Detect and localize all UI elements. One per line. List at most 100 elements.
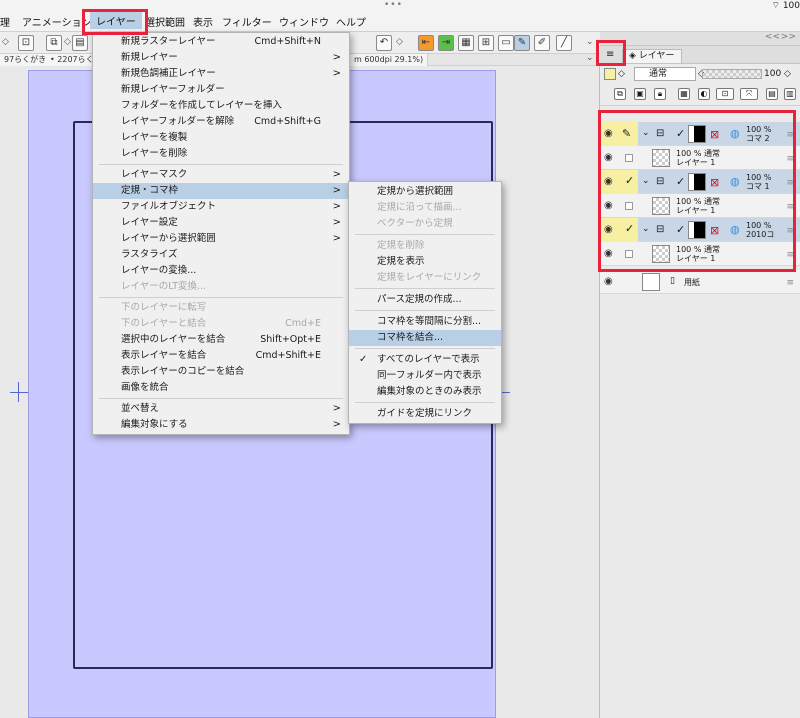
layer-row-frame-1[interactable]: ◉ ✓ ⌄ ⊟ ✓ ⊠ ◍ 100 % コマ 1 ≡ bbox=[600, 170, 800, 194]
ref-icon[interactable]: ▣ bbox=[634, 88, 646, 100]
chevron-icon[interactable]: ◇ bbox=[618, 69, 625, 79]
chevron-down-icon[interactable]: ⌄ bbox=[586, 53, 594, 63]
menu-item-new-raster[interactable]: 新規ラスターレイヤー Cmd+Shift+N bbox=[93, 34, 349, 50]
mask-icon[interactable]: ◐ bbox=[698, 88, 710, 100]
menu-item-convert-layer[interactable]: レイヤーの変換... bbox=[93, 263, 349, 279]
close-icon[interactable]: • bbox=[50, 55, 55, 64]
checkmark-icon[interactable]: ✓ bbox=[676, 175, 685, 188]
settings-icon[interactable]: ▤ bbox=[766, 88, 778, 100]
selection-icon[interactable]: ⊡ bbox=[716, 88, 734, 100]
ruler-link-icon[interactable]: ⊟ bbox=[656, 176, 664, 187]
checkmark-icon[interactable]: ✓ bbox=[676, 127, 685, 140]
menu-layer[interactable]: レイヤー bbox=[90, 12, 142, 29]
collapse-icon[interactable]: << bbox=[765, 32, 780, 42]
menu-item-new-layer[interactable]: 新規レイヤー > bbox=[93, 50, 349, 66]
checkmark-icon[interactable]: ✓ bbox=[676, 223, 685, 236]
menu-manage[interactable]: 理 bbox=[0, 14, 10, 29]
menu-item-rasterize[interactable]: ラスタライズ bbox=[93, 247, 349, 263]
menu-item-ungroup-folder[interactable]: レイヤーフォルダーを解除 Cmd+Shift+G bbox=[93, 114, 349, 130]
submenu-item-split-frame[interactable]: コマ枠を等間隔に分割... bbox=[349, 314, 501, 330]
eye-icon[interactable]: ◉ bbox=[604, 152, 613, 163]
menu-item-duplicate[interactable]: レイヤーを複製 bbox=[93, 130, 349, 146]
undo-icon[interactable]: ↶ bbox=[376, 35, 392, 51]
pen-icon[interactable]: ✐ bbox=[534, 35, 550, 51]
menu-item-file-object[interactable]: ファイルオブジェクト > bbox=[93, 199, 349, 215]
layer-row-frame-2010[interactable]: ◉ ✓ ⌄ ⊟ ✓ ⊠ ◍ 100 % 2010コ ≡ bbox=[600, 218, 800, 242]
menu-item-lt-convert[interactable]: レイヤーのLT変換... bbox=[93, 279, 349, 295]
green-tool-icon[interactable]: ⇥ bbox=[438, 35, 454, 51]
chevron-icon[interactable]: ◇ bbox=[396, 37, 403, 47]
checkbox[interactable] bbox=[625, 202, 633, 210]
menu-view[interactable]: 表示 bbox=[193, 14, 213, 29]
layer-row-frame-2[interactable]: ◉ ✎ ⌄ ⊟ ✓ ⊠ ◍ 100 % コマ 2 ≡ bbox=[600, 122, 800, 146]
mask-red-icon[interactable]: ⊠ bbox=[710, 176, 719, 189]
menu-item-layer-mask[interactable]: レイヤーマスク > bbox=[93, 167, 349, 183]
menu-item-transfer-down[interactable]: 下のレイヤーに転写 bbox=[93, 300, 349, 316]
panel-menu-icon[interactable]: ≡ bbox=[606, 49, 614, 60]
grid-tool-icon[interactable]: ▦ bbox=[458, 35, 474, 51]
drag-handle-icon[interactable]: ≡ bbox=[786, 178, 794, 188]
submenu-item-vector-to-ruler[interactable]: ベクターから定規 bbox=[349, 216, 501, 232]
checkbox[interactable] bbox=[625, 250, 633, 258]
submenu-item-draw-along-ruler[interactable]: 定規に沿って描画... bbox=[349, 200, 501, 216]
orange-tool-icon[interactable]: ⇤ bbox=[418, 35, 434, 51]
chevron-down-icon[interactable]: ⌄ bbox=[642, 176, 650, 186]
line-icon[interactable]: ╱ bbox=[556, 35, 572, 51]
chevron-icon[interactable]: ◇ bbox=[784, 69, 791, 79]
doc-tab-1[interactable]: 97らくがき bbox=[0, 54, 52, 66]
eye-icon[interactable]: ◉ bbox=[604, 200, 613, 211]
layer-row-paper[interactable]: ◉ ▯ 用紙 ≡ bbox=[600, 270, 800, 294]
menu-item-layer-settings[interactable]: レイヤー設定 > bbox=[93, 215, 349, 231]
brush-icon[interactable]: ✎ bbox=[514, 35, 530, 51]
submenu-item-link-ruler[interactable]: 定規をレイヤーにリンク bbox=[349, 270, 501, 286]
fit-icon[interactable]: ⊡ bbox=[18, 35, 34, 51]
clip-icon[interactable]: ⧉ bbox=[614, 88, 626, 100]
layer-row-child[interactable]: ◉ 100 % 通常 レイヤー 1 ≡ bbox=[600, 146, 800, 170]
eye-icon[interactable]: ◉ bbox=[604, 248, 613, 259]
mask-red-icon[interactable]: ⊠ bbox=[710, 224, 719, 237]
eye-icon[interactable]: ◉ bbox=[604, 128, 613, 139]
doc-tab-3[interactable]: m 600dpi 29.1%) bbox=[350, 54, 429, 66]
menu-item-merge-down[interactable]: 下のレイヤーと結合 Cmd+E bbox=[93, 316, 349, 332]
menu-item-merge-visible[interactable]: 表示レイヤーを結合 Cmd+Shift+E bbox=[93, 348, 349, 364]
option-icon[interactable]: ▥ bbox=[784, 88, 796, 100]
drag-handle-icon[interactable]: ≡ bbox=[786, 130, 794, 140]
submenu-item-show-edit-target[interactable]: 編集対象のときのみ表示 bbox=[349, 384, 501, 400]
doc-icon[interactable]: ▤ bbox=[72, 35, 88, 51]
layer-row-child[interactable]: ◉ 100 % 通常 レイヤー 1 ≡ bbox=[600, 242, 800, 266]
eye-icon[interactable]: ◉ bbox=[604, 176, 613, 187]
drag-handle-icon[interactable]: ≡ bbox=[786, 202, 794, 212]
chevron-down-icon[interactable]: ⌄ bbox=[642, 128, 650, 138]
menu-item-new-adjust[interactable]: 新規色調補正レイヤー > bbox=[93, 66, 349, 82]
drag-handle-icon[interactable]: ≡ bbox=[786, 250, 794, 260]
submenu-item-link-guide[interactable]: ガイドを定規にリンク bbox=[349, 406, 501, 422]
menu-item-order[interactable]: 並べ替え > bbox=[93, 401, 349, 417]
color-swatch[interactable] bbox=[604, 68, 616, 80]
eye-icon[interactable]: ◉ bbox=[604, 224, 613, 235]
menu-help[interactable]: ヘルプ bbox=[336, 14, 366, 29]
doc-tab-2[interactable]: • 2207らく bbox=[46, 54, 99, 66]
drag-handle-icon[interactable]: ≡ bbox=[786, 226, 794, 236]
expand-icon[interactable]: >> bbox=[781, 32, 796, 42]
menu-window[interactable]: ウィンドウ bbox=[279, 14, 329, 29]
transform-icon[interactable]: ⊞ bbox=[478, 35, 494, 51]
blend-mode-select[interactable]: 通常 bbox=[634, 67, 696, 81]
pen-icon[interactable]: ✎ bbox=[622, 127, 631, 140]
submenu-item-create-perspective[interactable]: パース定規の作成... bbox=[349, 292, 501, 308]
lock-icon[interactable]: 🔒︎ bbox=[654, 88, 666, 100]
opacity-value[interactable]: 100 bbox=[764, 69, 781, 79]
chevron-down-icon[interactable]: ⌄ bbox=[586, 37, 594, 47]
menu-item-ruler-frame[interactable]: 定規・コマ枠 > bbox=[93, 183, 349, 199]
submenu-item-show-ruler[interactable]: 定規を表示 bbox=[349, 254, 501, 270]
menu-item-selection-from-layer[interactable]: レイヤーから選択範囲 > bbox=[93, 231, 349, 247]
layer-row-child[interactable]: ◉ 100 % 通常 レイヤー 1 ≡ bbox=[600, 194, 800, 218]
menu-item-merge-selected[interactable]: 選択中のレイヤーを結合 Shift+Opt+E bbox=[93, 332, 349, 348]
menu-filter[interactable]: フィルター bbox=[222, 14, 272, 29]
eye-icon[interactable]: ◉ bbox=[604, 276, 613, 287]
menu-item-new-folder[interactable]: 新規レイヤーフォルダー bbox=[93, 82, 349, 98]
submenu-item-show-all-layers[interactable]: ✓ すべてのレイヤーで表示 bbox=[349, 352, 501, 368]
submenu-item-merge-frames[interactable]: コマ枠を結合... bbox=[349, 330, 501, 346]
submenu-item-show-same-folder[interactable]: 同一フォルダー内で表示 bbox=[349, 368, 501, 384]
ruler-link-icon[interactable]: ⊟ bbox=[656, 128, 664, 139]
drag-handle-icon[interactable]: ≡ bbox=[786, 154, 794, 164]
